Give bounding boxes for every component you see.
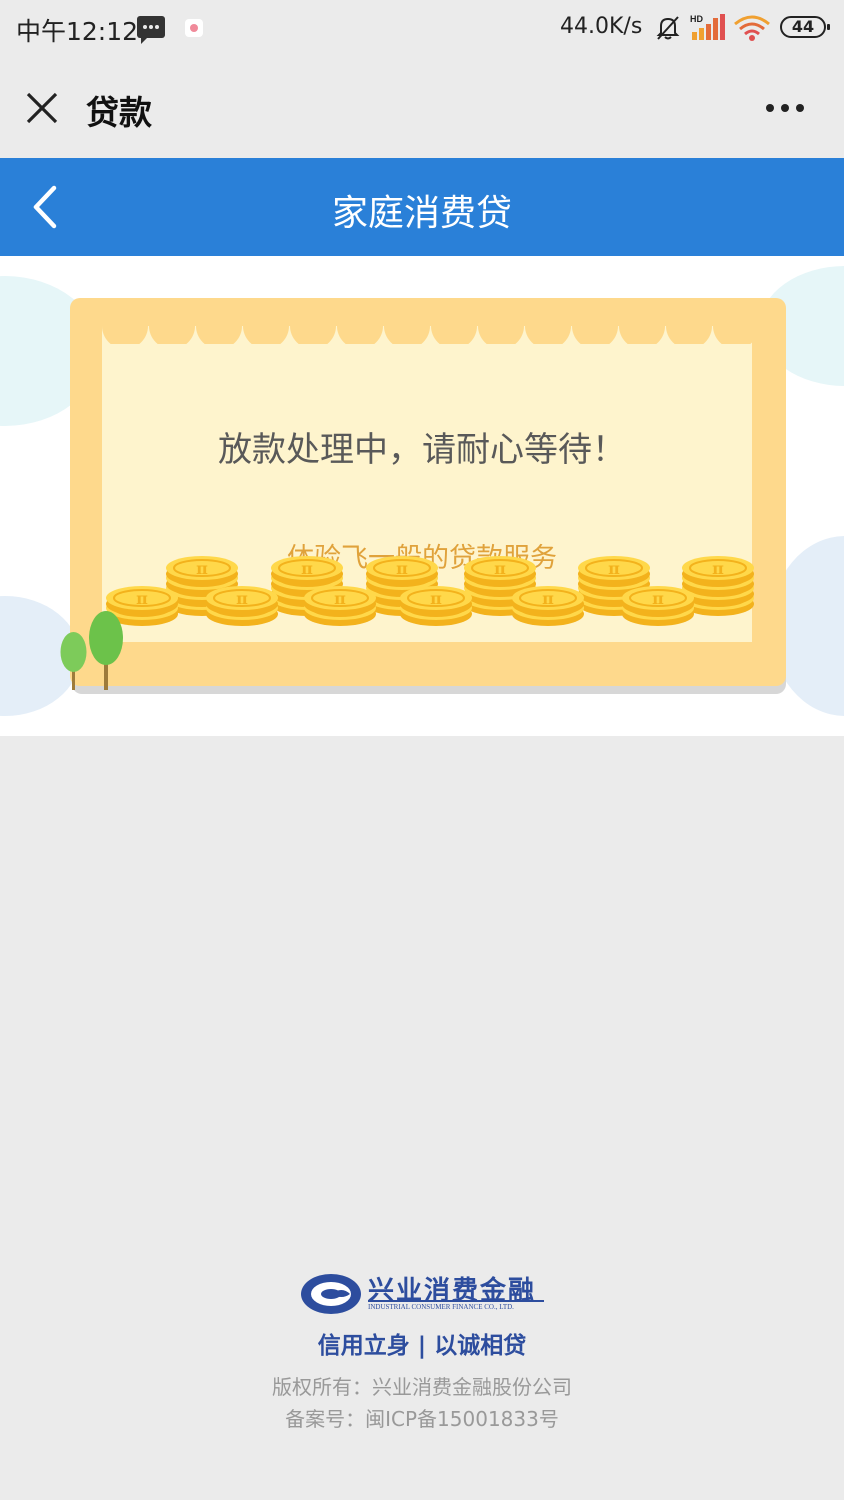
copyright-text: 版权所有：兴业消费金融股份公司 [272, 1375, 572, 1399]
bell-muted-icon [656, 16, 680, 40]
more-dots-icon[interactable] [760, 98, 810, 118]
close-icon[interactable] [24, 90, 60, 126]
logo-divider [368, 1300, 544, 1302]
signal-icon: HD [690, 14, 725, 40]
message-icon [137, 16, 165, 44]
network-speed: 44.0K/s [560, 14, 643, 39]
app-notification-icon [185, 19, 203, 37]
status-time: 中午12:12 [16, 17, 139, 46]
scallop-border [102, 320, 752, 344]
status-banner: 放款处理中，请耐心等待！ 体验飞一般的贷款服务 π [0, 256, 844, 736]
company-logo-mark-icon [301, 1274, 361, 1314]
company-logo: 兴业消费金融 INDUSTRIAL CONSUMER FINANCE CO., … [300, 1270, 550, 1320]
status-bar: 中午12:12 44.0K/s HD 44 [0, 0, 844, 58]
wifi-icon [734, 15, 770, 41]
coin-stacks-illustration: π [102, 556, 754, 648]
company-slogan: 信用立身 | 以诚相贷 [317, 1333, 527, 1359]
title-bar: 贷款 [0, 58, 844, 158]
icp-record: 备案号：闽ICP备15001833号 [285, 1407, 559, 1431]
page-title: 贷款 [86, 93, 152, 132]
processing-message: 放款处理中，请耐心等待！ [218, 430, 626, 470]
battery-icon: 44 [780, 16, 830, 38]
app-header: 家庭消费贷 [0, 158, 844, 256]
company-name-en: INDUSTRIAL CONSUMER FINANCE CO., LTD. [368, 1303, 514, 1311]
header-title: 家庭消费贷 [331, 193, 512, 234]
tree-illustration [60, 611, 123, 690]
network-type: HD [690, 14, 703, 24]
